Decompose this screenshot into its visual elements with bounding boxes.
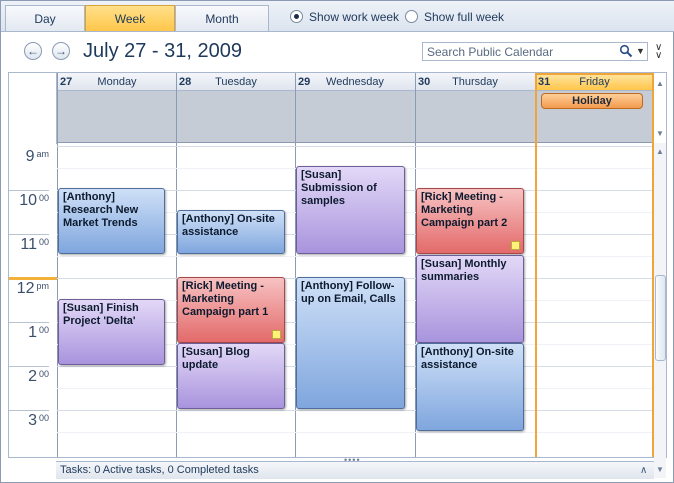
all-day-scroll-down-icon[interactable]: ▼ [656,129,664,138]
day-name: Monday [97,76,137,88]
day-header-wednesday[interactable]: 29 Wednesday [295,73,415,91]
day-header-monday[interactable]: 27 Monday [57,73,177,91]
day-name: Wednesday [326,76,384,88]
hour-label-12pm: 12 pm [16,280,49,297]
appointment-submission-of-samples[interactable]: [Susan] Submission of samples [296,166,405,254]
day-name: Thursday [452,76,498,88]
hour-label-3: 3 00 [28,412,49,429]
search-input-placeholder[interactable]: Search Public Calendar [427,45,553,59]
appointment-marketing-campaign-part2[interactable]: [Rick] Meeting - Marketing Campaign part… [416,188,524,254]
hour-label-11: 11 00 [20,236,49,253]
search-calendar-box[interactable]: Search Public Calendar ▼ [422,42,648,61]
show-full-week-label[interactable]: Show full week [424,10,504,24]
all-day-area-monday[interactable] [57,91,177,143]
hour-tick [9,366,49,367]
show-work-week-radio[interactable] [290,10,303,23]
forward-arrow-icon[interactable]: → [52,42,70,60]
calendar-window: Day Week Month Show work week Show full … [0,0,674,483]
week-grid: 27 Monday 28 Tuesday 29 Wednesday 30 Thu… [8,72,667,458]
show-work-week-label[interactable]: Show work week [309,10,399,24]
search-icon[interactable] [619,44,633,58]
expand-chevron-icon[interactable]: ∨ ∨ [655,43,662,61]
appointment-followup-email-calls[interactable]: [Anthony] Follow-up on Email, Calls [296,277,405,409]
hour-tick [9,410,49,411]
scrollbar-thumb[interactable] [655,275,666,361]
back-arrow-icon[interactable]: ← [24,42,42,60]
all-day-area-wednesday[interactable] [295,91,415,143]
appointment-finish-project-delta[interactable]: [Susan] Finish Project 'Delta' [58,299,165,365]
day-header-thursday[interactable]: 30 Thursday [415,73,535,91]
all-day-area-tuesday[interactable] [176,91,296,143]
vertical-scrollbar[interactable]: ▲ ▼ [654,143,666,478]
appointment-title: [Rick] Meeting - Marketing Campaign part… [182,280,269,318]
today-highlight-frame [535,73,654,457]
hour-label-10: 10 00 [19,192,49,209]
hour-tick [9,190,49,191]
tasks-summary: Tasks: 0 Active tasks, 0 Completed tasks [60,464,259,476]
day-header-tuesday[interactable]: 28 Tuesday [176,73,296,91]
appointment-marketing-campaign-part1[interactable]: [Rick] Meeting - Marketing Campaign part… [177,277,285,343]
tab-day[interactable]: Day [5,5,85,31]
appointment-title: [Rick] Meeting - Marketing Campaign part… [421,191,508,229]
hour-label-9am: 9 am [25,148,49,165]
tasks-bar[interactable]: Tasks: 0 Active tasks, 0 Completed tasks… [56,461,654,479]
note-icon [511,241,520,250]
time-gutter-header [9,73,57,144]
hour-label-2: 2 00 [28,368,49,385]
tab-month[interactable]: Month [175,5,269,31]
all-day-scroll-up-icon[interactable]: ▲ [656,79,664,88]
appointment-onsite-assistance-tue[interactable]: [Anthony] On-site assistance [177,210,285,254]
day-name: Tuesday [215,76,257,88]
show-full-week-radio[interactable] [405,10,418,23]
note-icon [272,330,281,339]
expand-tasks-icon[interactable]: ∧ [640,462,647,479]
appointment-blog-update[interactable]: [Susan] Blog update [177,343,285,409]
date-range-title: July 27 - 31, 2009 [83,40,242,62]
scroll-up-arrow-icon[interactable]: ▲ [656,147,664,156]
tab-week[interactable]: Week [85,5,175,31]
scroll-down-arrow-icon[interactable]: ▼ [656,465,664,474]
column-divider [57,73,58,457]
hour-tick [9,322,49,323]
view-toolbar: Day Week Month Show work week Show full … [1,1,674,32]
day-column-monday[interactable]: 27 Monday [57,73,177,457]
appointment-research-market-trends[interactable]: [Anthony] Research New Market Trends [58,188,165,254]
hour-label-1: 1 00 [28,324,49,341]
appointment-onsite-assistance-thu[interactable]: [Anthony] On-site assistance [416,343,524,431]
search-options-dropdown-icon[interactable]: ▼ [636,46,645,56]
appointment-monthly-summaries[interactable]: [Susan] Monthly summaries [416,255,524,343]
hour-tick [9,234,49,235]
all-day-area-thursday[interactable] [415,91,535,143]
